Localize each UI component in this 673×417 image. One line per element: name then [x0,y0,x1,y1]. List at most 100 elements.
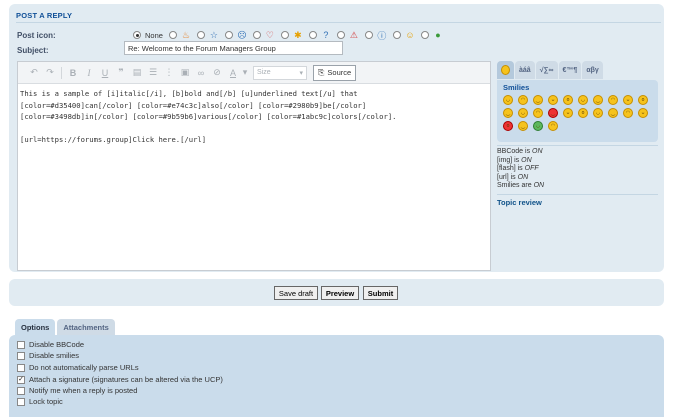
topic-review-link[interactable]: Topic review [497,198,542,207]
smiley-icon[interactable]: ◡ [578,95,588,105]
smiley-icon[interactable]: o [638,95,648,105]
tab-greek[interactable]: αβγ [582,61,603,79]
post-icon-radio[interactable] [168,31,177,39]
smiley-icon[interactable]: ‿ [608,108,618,118]
preview-button[interactable]: Preview [321,286,359,300]
redo-icon[interactable]: ↷ [42,65,58,81]
list-icon[interactable]: ☰ [145,65,161,81]
italic-icon[interactable]: I [81,65,97,81]
post-icon-radio[interactable] [364,31,373,39]
checkbox[interactable] [17,386,25,395]
image-icon[interactable]: ▣ [177,65,193,81]
smiley-icon[interactable]: ᴗ [623,95,633,105]
ordered-list-icon[interactable]: ⋮ [161,65,177,81]
size-select-label: Size [257,69,271,76]
options-panel: Disable BBCode Disable smilies Do not au… [9,335,664,417]
post-icon-radio[interactable] [252,31,261,39]
smiley-icon[interactable]: ◡ [503,95,513,105]
smiley-icon[interactable]: ◠ [623,108,633,118]
post-icon-options: None ♨ ☆ ☹ ♡ ✱ ? ⚠ ⓘ ☺ ● [133,28,445,42]
panel-title: POST A REPLY [16,11,73,20]
smiley-icon[interactable]: ‿ [503,108,513,118]
smiley-icon[interactable]: ᴗ [563,108,573,118]
checkbox[interactable] [17,340,25,349]
smiley-icon[interactable]: ◠ [518,95,528,105]
smiley-icon[interactable]: o [563,95,573,105]
subject-label: Subject: [17,46,49,55]
checkbox-checked[interactable]: ✓ [17,375,25,384]
source-button[interactable]: ⎘ Source [313,64,357,81]
thumbs-icon: ● [435,30,441,40]
smiley-icon[interactable]: ‿ [518,121,528,131]
smiley-icon[interactable]: ◠ [608,95,618,105]
smiley-icon[interactable]: ◡ [518,108,528,118]
undo-icon[interactable]: ↶ [26,65,42,81]
underline-icon[interactable]: U [97,65,113,81]
option-disable-smilies[interactable]: Disable smilies [17,351,79,360]
editor-toolbar: ↶ ↷ B I U ❞ ▤ ☰ ⋮ ▣ ∞ ⊘ A ▾ Size ▾ ⎘ Sourc… [18,62,490,84]
checkbox[interactable] [17,397,25,406]
tab-smilies[interactable] [497,61,514,79]
save-draft-button[interactable]: Save draft [274,286,318,300]
option-attach-signature[interactable]: ✓ Attach a signature (signatures can be a… [17,375,223,384]
post-icon-radio[interactable] [224,31,233,39]
code-icon[interactable]: ▤ [129,65,145,81]
quote-icon[interactable]: ❞ [113,65,129,81]
smiley-icon[interactable]: ◠ [533,108,543,118]
smiley-icon[interactable]: ‿ [533,95,543,105]
tab-accents[interactable]: àáâ [515,61,535,79]
info-icon: ⓘ [377,30,387,41]
post-icon-none-radio[interactable] [133,31,141,39]
smiley-icon[interactable]: o [578,108,588,118]
option-lock-topic[interactable]: Lock topic [17,397,63,406]
checkbox[interactable] [17,351,25,360]
smiley-icon [501,65,510,75]
option-label: Disable BBCode [29,340,85,349]
chevron-down-icon[interactable]: ▾ [241,65,249,81]
option-notify-reply[interactable]: Notify me when a reply is posted [17,386,137,395]
status-value: OFF [524,165,539,173]
status-label: BBCode is [497,148,533,155]
smilies-box: Smilies ◡ ◠ ‿ ᴗ o ◡ ‿ ◠ ᴗ o ‿ ◡ ◠ ‿ ᴗ o ◡ ‿ ◠ ᴗ o ‿ ◡ ◠ [497,80,658,142]
post-icon-radio[interactable] [392,31,401,39]
smiley-icon[interactable]: ◠ [548,121,558,131]
tab-options[interactable]: Options [15,319,56,335]
post-icon-radio[interactable] [308,31,317,39]
editor-content[interactable]: This is a sample of [i]italic[/i], [b]bo… [18,84,490,150]
status-item: BBCode is ON [497,148,544,157]
source-icon: ⎘ [318,67,325,77]
option-disable-bbcode[interactable]: Disable BBCode [17,340,84,349]
tab-symbols[interactable]: €™¶ [558,61,582,79]
smiley-icon[interactable]: ◡ [533,121,543,131]
smiley-icon[interactable]: ‿ [593,95,603,105]
warning-icon: ⚠ [349,29,358,40]
status-value: ON [517,173,529,181]
option-no-parse-urls[interactable]: Do not automatically parse URLs [17,363,139,372]
link-icon[interactable]: ∞ [193,65,209,81]
side-divider [497,145,658,146]
status-item: [img] is ON [497,157,544,166]
options-tabs: Options Attachments [15,319,115,335]
text-color-icon[interactable]: A [225,65,241,81]
tab-math[interactable]: √∑∞ [535,61,558,79]
status-item: Smilies are ON [497,182,544,191]
tab-attachments[interactable]: Attachments [57,319,115,335]
post-icon-radio[interactable] [280,31,289,39]
smiley-icon[interactable]: ◡ [593,108,603,118]
smiley-icon[interactable]: ᴗ [638,108,648,118]
submit-button[interactable]: Submit [363,286,398,300]
size-select[interactable]: Size ▾ [253,65,307,80]
subject-input[interactable] [124,41,343,55]
smiley-icon[interactable]: ‿ [548,108,558,118]
smilies-grid: ◡ ◠ ‿ ᴗ o ◡ ‿ ◠ ᴗ o ‿ ◡ ◠ ‿ ᴗ o ◡ ‿ ◠ ᴗ o ‿ ◡ ◠ [503,95,653,131]
bold-icon[interactable]: B [65,65,81,81]
smiley-icon[interactable]: o [503,121,513,131]
post-icon-radio[interactable] [420,31,429,39]
post-icon-radio[interactable] [196,31,205,39]
post-icon-radio[interactable] [336,31,345,39]
post-icon-none-label: None [145,30,163,40]
smiley-icon[interactable]: ᴗ [548,95,558,105]
status-label: [url] is [497,173,518,181]
checkbox[interactable] [17,363,25,372]
unlink-icon[interactable]: ⊘ [209,65,225,81]
